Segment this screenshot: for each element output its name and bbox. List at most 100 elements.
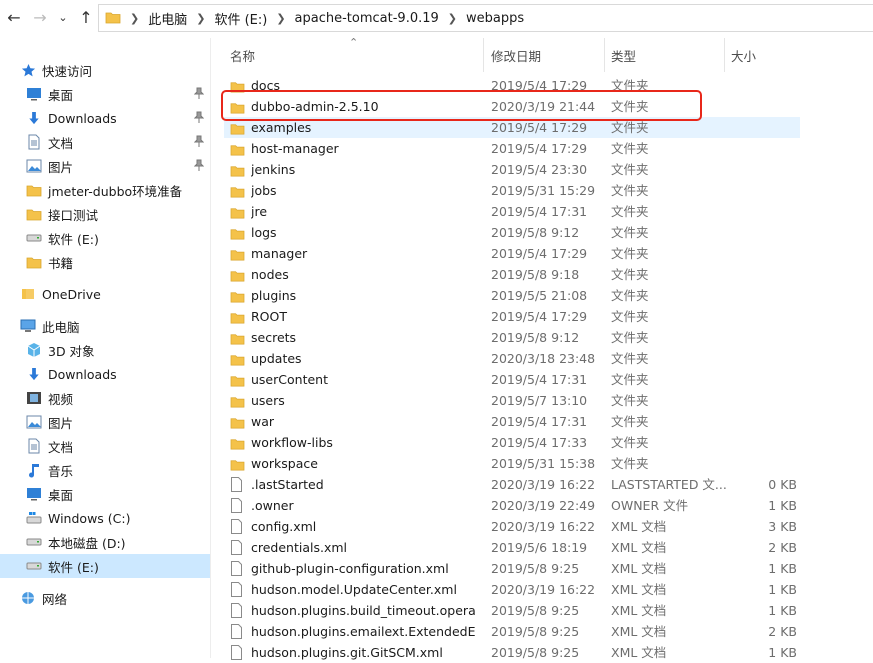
address-bar[interactable]: ❯ 此电脑 ❯ 软件 (E:) ❯ apache-tomcat-9.0.19 ❯… xyxy=(98,4,873,32)
pane-divider[interactable] xyxy=(210,38,211,658)
sidebar-item[interactable]: 桌面 xyxy=(0,82,210,106)
file-name: userContent xyxy=(251,372,328,387)
file-modified-date: 2019/5/8 9:12 xyxy=(491,225,580,240)
column-header-type[interactable]: 类型 xyxy=(605,38,725,72)
file-row[interactable]: updates 2020/3/18 23:48 文件夹 xyxy=(224,348,800,369)
file-name: logs xyxy=(251,225,277,240)
column-header-date[interactable]: 修改日期 xyxy=(485,38,605,72)
sidebar-item[interactable]: 书籍 xyxy=(0,250,210,274)
pin-icon[interactable] xyxy=(193,111,205,126)
file-size xyxy=(729,159,797,180)
column-header-size[interactable]: 大小 xyxy=(725,38,800,72)
file-row[interactable]: workflow-libs 2019/5/4 17:33 文件夹 xyxy=(224,432,800,453)
file-type: 文件夹 xyxy=(611,330,649,345)
file-row[interactable]: war 2019/5/4 17:31 文件夹 xyxy=(224,411,800,432)
file-size: 1 KB xyxy=(768,645,797,660)
sidebar-item[interactable]: 本地磁盘 (D:) xyxy=(0,530,210,554)
file-type: XML 文档 xyxy=(611,645,667,660)
recent-locations-chevron-icon[interactable]: ⌄ xyxy=(53,8,73,28)
file-type: 文件夹 xyxy=(611,435,649,450)
sidebar-item[interactable]: 软件 (E:) xyxy=(0,554,210,578)
sidebar-item[interactable]: OneDrive xyxy=(0,282,210,306)
folder-icon xyxy=(230,267,246,282)
sidebar-item[interactable]: Windows (C:) xyxy=(0,506,210,530)
file-row[interactable]: jenkins 2019/5/4 23:30 文件夹 xyxy=(224,159,800,180)
file-row[interactable]: .owner 2020/3/19 22:49 OWNER 文件 1 KB xyxy=(224,495,800,516)
sidebar-item[interactable]: 图片 xyxy=(0,154,210,178)
file-row[interactable]: credentials.xml 2019/5/6 18:19 XML 文档 2 KB xyxy=(224,537,800,558)
file-row[interactable]: users 2019/5/7 13:10 文件夹 xyxy=(224,390,800,411)
folder-icon xyxy=(230,414,246,429)
folder-icon xyxy=(230,204,246,219)
column-header-label: 大小 xyxy=(731,48,757,64)
pin-icon[interactable] xyxy=(193,159,205,174)
file-row[interactable]: hudson.plugins.build_timeout.operati... 2… xyxy=(224,600,800,621)
file-icon xyxy=(230,498,246,513)
file-row[interactable]: jobs 2019/5/31 15:29 文件夹 xyxy=(224,180,800,201)
sidebar-item[interactable]: 3D 对象 xyxy=(0,338,210,362)
sidebar-item[interactable]: jmeter-dubbo环境准备 xyxy=(0,178,210,202)
sidebar-item[interactable]: 此电脑 xyxy=(0,314,210,338)
chevron-right-icon[interactable]: ❯ xyxy=(130,12,139,25)
file-row[interactable]: host-manager 2019/5/4 17:29 文件夹 xyxy=(224,138,800,159)
pin-icon[interactable] xyxy=(193,87,205,102)
forward-arrow-icon[interactable]: → xyxy=(30,8,50,28)
file-name: ROOT xyxy=(251,309,287,324)
file-size xyxy=(729,432,797,453)
file-name: workspace xyxy=(251,456,318,471)
file-size: 1 KB xyxy=(768,498,797,513)
pin-icon[interactable] xyxy=(193,135,205,150)
sidebar-item[interactable]: 图片 xyxy=(0,410,210,434)
file-row[interactable]: workspace 2019/5/31 15:38 文件夹 xyxy=(224,453,800,474)
file-modified-date: 2019/5/4 17:29 xyxy=(491,141,588,156)
file-row[interactable]: ROOT 2019/5/4 17:29 文件夹 xyxy=(224,306,800,327)
file-row[interactable]: jre 2019/5/4 17:31 文件夹 xyxy=(224,201,800,222)
breadcrumb-item[interactable]: 软件 (E:) xyxy=(214,9,267,28)
sidebar-item[interactable]: 快速访问 xyxy=(0,58,210,82)
file-modified-date: 2020/3/19 22:49 xyxy=(491,498,596,513)
sidebar-item[interactable]: 桌面 xyxy=(0,482,210,506)
up-arrow-icon[interactable]: ↑ xyxy=(76,8,96,28)
file-row[interactable]: config.xml 2020/3/19 16:22 XML 文档 3 KB xyxy=(224,516,800,537)
breadcrumb-item[interactable]: apache-tomcat-9.0.19 xyxy=(295,11,439,26)
file-size xyxy=(729,327,797,348)
sidebar-item[interactable]: 网络 xyxy=(0,586,210,610)
chevron-right-icon[interactable]: ❯ xyxy=(196,12,205,25)
file-row[interactable]: github-plugin-configuration.xml 2019/5/8 … xyxy=(224,558,800,579)
cloud-icon xyxy=(20,286,36,302)
file-name: secrets xyxy=(251,330,297,345)
file-type: 文件夹 xyxy=(611,414,649,429)
file-row[interactable]: plugins 2019/5/5 21:08 文件夹 xyxy=(224,285,800,306)
sidebar-item[interactable]: Downloads xyxy=(0,362,210,386)
file-row[interactable]: hudson.plugins.emailext.ExtendedEm... 201… xyxy=(224,621,800,642)
chevron-right-icon[interactable]: ❯ xyxy=(276,12,285,25)
sidebar-item[interactable]: 音乐 xyxy=(0,458,210,482)
sidebar-item[interactable]: 视频 xyxy=(0,386,210,410)
sidebar-item-label: 桌面 xyxy=(48,87,74,103)
sidebar-item[interactable]: Downloads xyxy=(0,106,210,130)
breadcrumb-item[interactable]: 此电脑 xyxy=(148,9,187,28)
file-type: XML 文档 xyxy=(611,540,667,555)
file-row[interactable]: manager 2019/5/4 17:29 文件夹 xyxy=(224,243,800,264)
file-type: 文件夹 xyxy=(611,288,649,303)
back-arrow-icon[interactable]: ← xyxy=(4,8,24,28)
sidebar-item[interactable]: 接口测试 xyxy=(0,202,210,226)
file-row[interactable]: nodes 2019/5/8 9:18 文件夹 xyxy=(224,264,800,285)
file-modified-date: 2019/5/4 17:31 xyxy=(491,414,588,429)
sidebar-item-label: 本地磁盘 (D:) xyxy=(48,535,126,551)
file-row[interactable]: .lastStarted 2020/3/19 16:22 LASTSTARTED 文… xyxy=(224,474,800,495)
file-row[interactable]: logs 2019/5/8 9:12 文件夹 xyxy=(224,222,800,243)
file-row[interactable]: hudson.plugins.git.GitSCM.xml 2019/5/8 9:… xyxy=(224,642,800,663)
file-row[interactable]: secrets 2019/5/8 9:12 文件夹 xyxy=(224,327,800,348)
sidebar-item[interactable]: 文档 xyxy=(0,434,210,458)
breadcrumb-item[interactable]: webapps xyxy=(466,11,524,26)
sidebar-item[interactable]: 文档 xyxy=(0,130,210,154)
drive-icon xyxy=(26,558,42,574)
file-row[interactable]: userContent 2019/5/4 17:31 文件夹 xyxy=(224,369,800,390)
file-name: host-manager xyxy=(251,141,339,156)
file-row[interactable]: hudson.model.UpdateCenter.xml 2020/3/19 1… xyxy=(224,579,800,600)
chevron-right-icon[interactable]: ❯ xyxy=(448,12,457,25)
sidebar-item-label: 软件 (E:) xyxy=(48,231,99,247)
sidebar-item[interactable]: 软件 (E:) xyxy=(0,226,210,250)
file-size xyxy=(729,243,797,264)
